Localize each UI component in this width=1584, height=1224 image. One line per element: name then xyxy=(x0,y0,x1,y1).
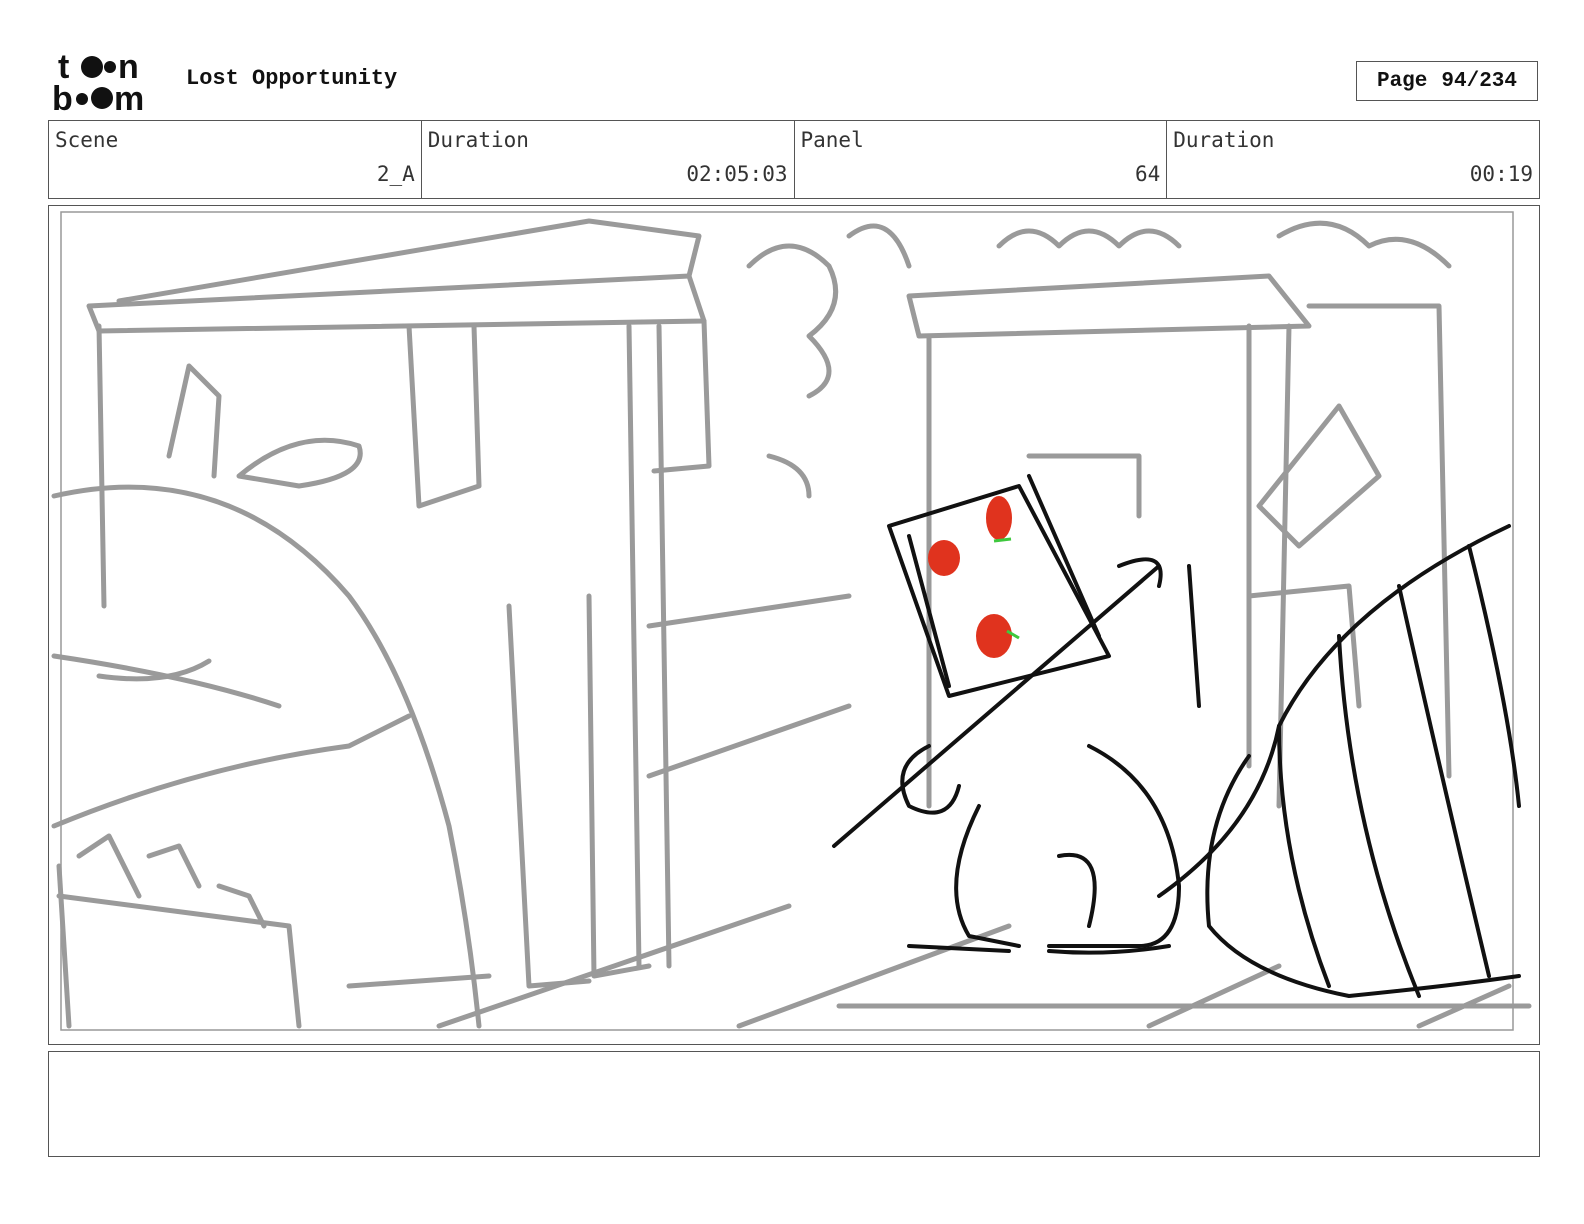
panel-cell: Panel 64 xyxy=(795,121,1168,198)
storyboard-panel-image xyxy=(48,205,1540,1045)
svg-text:b: b xyxy=(52,80,73,114)
panel-duration-cell: Duration 00:19 xyxy=(1167,121,1539,198)
scene-cell: Scene 2_A xyxy=(49,121,422,198)
toon-boom-logo: t n b m xyxy=(52,50,144,114)
scene-value: 2_A xyxy=(376,162,415,186)
svg-text:m: m xyxy=(114,80,144,114)
panel-info-table: Scene 2_A Duration 02:05:03 Panel 64 Dur… xyxy=(48,120,1540,199)
scene-duration-label: Duration xyxy=(427,128,529,152)
page-indicator: Page 94/234 xyxy=(1356,61,1538,101)
storyboard-sketch xyxy=(51,211,1532,1031)
scene-label: Scene xyxy=(55,128,119,152)
scene-duration-value: 02:05:03 xyxy=(686,162,788,186)
panel-duration-label: Duration xyxy=(1173,128,1275,152)
panel-duration-value: 00:19 xyxy=(1469,162,1533,186)
panel-value: 64 xyxy=(1134,162,1161,186)
panel-label: Panel xyxy=(800,128,864,152)
page-label: Page xyxy=(1376,69,1428,93)
panel-notes-area xyxy=(48,1051,1540,1157)
page-number: 94/234 xyxy=(1441,69,1518,93)
scene-duration-cell: Duration 02:05:03 xyxy=(422,121,795,198)
document-title: Lost Opportunity xyxy=(186,66,398,91)
